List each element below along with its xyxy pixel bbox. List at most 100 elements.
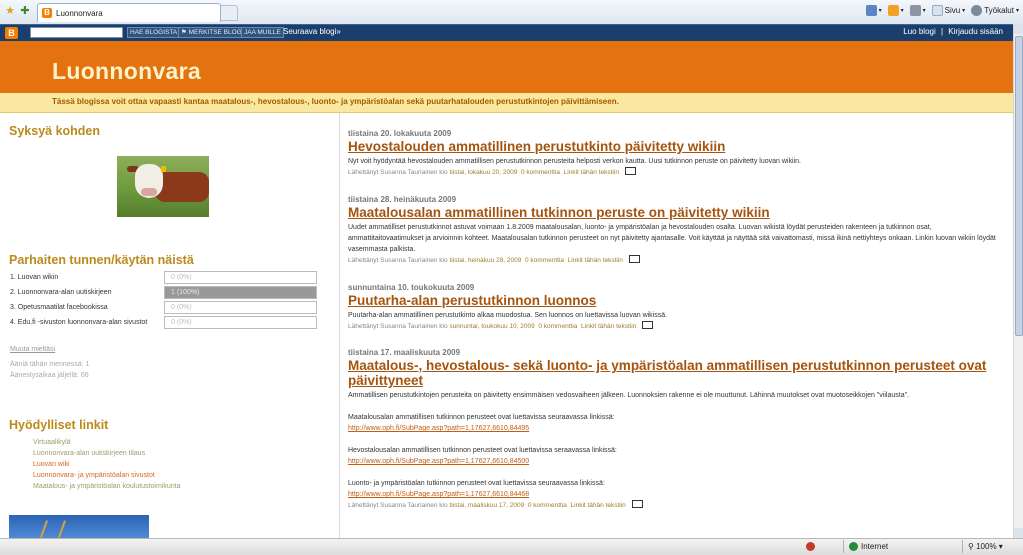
share-button[interactable]: JAA MUILLE bbox=[241, 27, 284, 38]
post-author: Lähettänyt Susanna Tauriainen klo bbox=[348, 323, 448, 330]
blogger-logo-icon[interactable]: B bbox=[5, 27, 18, 39]
post-author: Lähettänyt Susanna Tauriainen klo bbox=[348, 169, 448, 176]
post-author: Lähettänyt Susanna Tauriainen klo bbox=[348, 257, 448, 264]
blog-title[interactable]: Luonnonvara bbox=[52, 58, 201, 85]
create-blog-link[interactable]: Luo blogi bbox=[903, 27, 935, 36]
poll-result-bar: 0 (0%) bbox=[164, 271, 317, 284]
tools-menu[interactable]: Työkalut ▾ bbox=[971, 5, 1019, 16]
poll-result-pct: 1 (100%) bbox=[171, 289, 200, 296]
scroll-up-button[interactable] bbox=[1014, 24, 1023, 34]
post-timestamp-link[interactable]: sunnuntai, toukokuu 10, 2009 bbox=[449, 323, 534, 330]
popup-blocked-icon[interactable] bbox=[806, 542, 815, 551]
tab-title: Luonnonvara bbox=[56, 8, 103, 18]
post-title[interactable]: Hevostalouden ammatillinen perustutkinto… bbox=[348, 139, 998, 154]
feeds-button[interactable]: ▾ bbox=[887, 5, 904, 16]
post-body: Ammatillisen perustutkintojen perusteita… bbox=[348, 390, 998, 500]
search-blog-button[interactable]: HAE BLOGISTA bbox=[127, 27, 181, 38]
poll-option-label: 3. Opetusmaatilat facebookissa bbox=[10, 304, 108, 311]
link-newsletter-subscription[interactable]: Luonnonvara-alan uutiskirjeen tilaus bbox=[33, 448, 180, 459]
post-title[interactable]: Maatalousalan ammatillinen tutkinnon per… bbox=[348, 205, 998, 220]
useful-links-title: Hyödylliset linkit bbox=[9, 418, 109, 432]
navbar-right-links: Luo blogi | Kirjaudu sisään bbox=[903, 27, 1003, 36]
sidebar-title-autumn: Syksyä kohden bbox=[9, 124, 101, 138]
scroll-down-button[interactable] bbox=[1014, 528, 1023, 538]
globe-icon bbox=[849, 542, 858, 551]
poll-change-vote-link[interactable]: Muuta mieltäsi bbox=[10, 346, 55, 353]
poll-result-bar: 1 (100%) bbox=[164, 286, 317, 299]
page-icon bbox=[931, 5, 943, 16]
printer-icon bbox=[909, 5, 921, 16]
blog-description-bar: Tässä blogissa voit ottaa vapaasti kanta… bbox=[0, 93, 1013, 113]
post-date: sunnuntaina 10. toukokuuta 2009 bbox=[348, 283, 475, 292]
status-bar: Internet ⚲ 100% ▾ bbox=[0, 538, 1023, 555]
poll-option-label: 4. Edu.fi -sivuston luonnonvara-alan siv… bbox=[10, 319, 148, 326]
command-bar: ▾ ▾ ▾ Sivu ▾ Työkalut ▾ bbox=[865, 5, 1019, 16]
post-title[interactable]: Puutarha-alan perustutkinnon luonnos bbox=[348, 293, 998, 308]
email-post-icon[interactable] bbox=[624, 167, 636, 175]
sign-in-link[interactable]: Kirjaudu sisään bbox=[948, 27, 1003, 36]
new-tab-button[interactable] bbox=[221, 5, 238, 21]
poll-option[interactable]: 3. Opetusmaatilat facebookissa 0 (0%) bbox=[9, 301, 319, 316]
email-post-icon[interactable] bbox=[628, 255, 640, 263]
home-button[interactable]: ▾ bbox=[865, 5, 882, 16]
link-luovan-wiki[interactable]: Luovan wiki bbox=[33, 459, 180, 470]
poll-option[interactable]: 2. Luonnonvara-alan uutiskirjeen 1 (100%… bbox=[9, 286, 319, 301]
next-blog-link[interactable]: Seuraava blogi» bbox=[283, 27, 341, 36]
post-permalink[interactable]: Linkit tähän tekstiin bbox=[571, 502, 626, 509]
poll-option[interactable]: 1. Luovan wikin 0 (0%) bbox=[9, 271, 319, 286]
post-timestamp-link[interactable]: tiistai, lokakuu 20, 2009 bbox=[449, 169, 517, 176]
add-favorites-icon[interactable]: ✚ bbox=[19, 5, 31, 17]
post-timestamp-link[interactable]: tiistai, maaliskuu 17, 2009 bbox=[449, 502, 524, 509]
oph-link-hevostalous[interactable]: http://www.oph.fi/SubPage.asp?path=1,176… bbox=[348, 458, 529, 465]
zoom-level[interactable]: ⚲ 100% ▾ bbox=[968, 542, 1003, 551]
post-paragraph: Hevostalousalan ammatillisen tutkinnon p… bbox=[348, 447, 617, 454]
link-virtuaalikyla[interactable]: Virtuaalikylä bbox=[33, 437, 180, 448]
post-permalink[interactable]: Linkit tähän tekstiin bbox=[568, 257, 623, 264]
post-permalink[interactable]: Linkit tähän tekstiin bbox=[581, 323, 636, 330]
poll-result-bar: 0 (0%) bbox=[164, 316, 317, 329]
blog-search-input[interactable] bbox=[30, 27, 123, 38]
scroll-thumb[interactable] bbox=[1015, 36, 1023, 336]
flag-blog-button[interactable]: ⚑ MERKITSE BLOGI bbox=[178, 27, 247, 38]
rss-icon bbox=[887, 5, 899, 16]
post-comments-link[interactable]: 0 kommenttia bbox=[538, 323, 577, 330]
browser-tabbar: ★ ✚ B Luonnonvara ▾ ▾ ▾ Sivu ▾ Työkalut ▾ bbox=[0, 0, 1023, 25]
sidebar: Syksyä kohden Parhaiten tunnen/käytän nä… bbox=[0, 113, 339, 538]
post-title[interactable]: Maatalous-, hevostalous- sekä luonto- ja… bbox=[348, 358, 998, 388]
poll-option[interactable]: 4. Edu.fi -sivuston luonnonvara-alan siv… bbox=[9, 316, 319, 331]
post-timestamp-link[interactable]: tiistai, heinäkuu 28, 2009 bbox=[449, 257, 521, 264]
email-post-icon[interactable] bbox=[642, 321, 654, 329]
poll-result-pct: 0 (0%) bbox=[171, 304, 192, 311]
email-post-icon[interactable] bbox=[631, 500, 643, 508]
security-zone[interactable]: Internet bbox=[849, 542, 888, 551]
poll-title: Parhaiten tunnen/käytän näistä bbox=[9, 253, 194, 267]
poll: 1. Luovan wikin 0 (0%) 2. Luonnonvara-al… bbox=[9, 271, 319, 331]
post-comments-link[interactable]: 0 kommenttia bbox=[528, 502, 567, 509]
favorites-star-icon[interactable]: ★ bbox=[4, 5, 16, 17]
flag-icon: ⚑ bbox=[181, 29, 189, 36]
link-environment-sites[interactable]: Luonnonvara- ja ympäristöalan sivustot bbox=[33, 470, 180, 481]
post-footer: Lähettänyt Susanna Tauriainen klo tiista… bbox=[348, 500, 998, 511]
post-paragraph: Maatalousalan ammatillisen tutkinnon per… bbox=[348, 414, 615, 421]
poll-option-label: 1. Luovan wikin bbox=[10, 274, 59, 281]
post-author: Lähettänyt Susanna Tauriainen klo bbox=[348, 502, 448, 509]
oph-link-maatalous[interactable]: http://www.oph.fi/SubPage.asp?path=1,176… bbox=[348, 425, 529, 432]
magnifier-icon: ⚲ bbox=[968, 542, 977, 551]
browser-tab[interactable]: B Luonnonvara bbox=[37, 3, 221, 22]
poll-votes-count: Ääniä tähän mennessä: 1 bbox=[10, 361, 90, 368]
favorites-bar: ★ ✚ bbox=[4, 5, 31, 17]
blog-post: tiistaina 28. heinäkuuta 2009 Maatalousa… bbox=[348, 195, 998, 266]
post-footer: Lähettänyt Susanna Tauriainen klo tiista… bbox=[348, 255, 998, 266]
post-comments-link[interactable]: 0 kommenttia bbox=[521, 169, 560, 176]
post-paragraph: Luonto- ja ympäristöalan tutkinnon perus… bbox=[348, 480, 605, 487]
page-menu[interactable]: Sivu ▾ bbox=[931, 5, 965, 16]
vertical-scrollbar[interactable] bbox=[1013, 24, 1023, 538]
oph-link-luonto[interactable]: http://www.oph.fi/SubPage.asp?path=1,176… bbox=[348, 491, 529, 498]
print-button[interactable]: ▾ bbox=[909, 5, 926, 16]
gear-icon bbox=[971, 5, 983, 16]
blogger-favicon-icon: B bbox=[42, 8, 52, 18]
post-permalink[interactable]: Linkit tähän tekstiin bbox=[564, 169, 619, 176]
post-comments-link[interactable]: 0 kommenttia bbox=[525, 257, 564, 264]
link-training-committee[interactable]: Maatalous- ja ympäristöalan koulutustoim… bbox=[33, 481, 180, 492]
poll-result-pct: 0 (0%) bbox=[171, 274, 192, 281]
